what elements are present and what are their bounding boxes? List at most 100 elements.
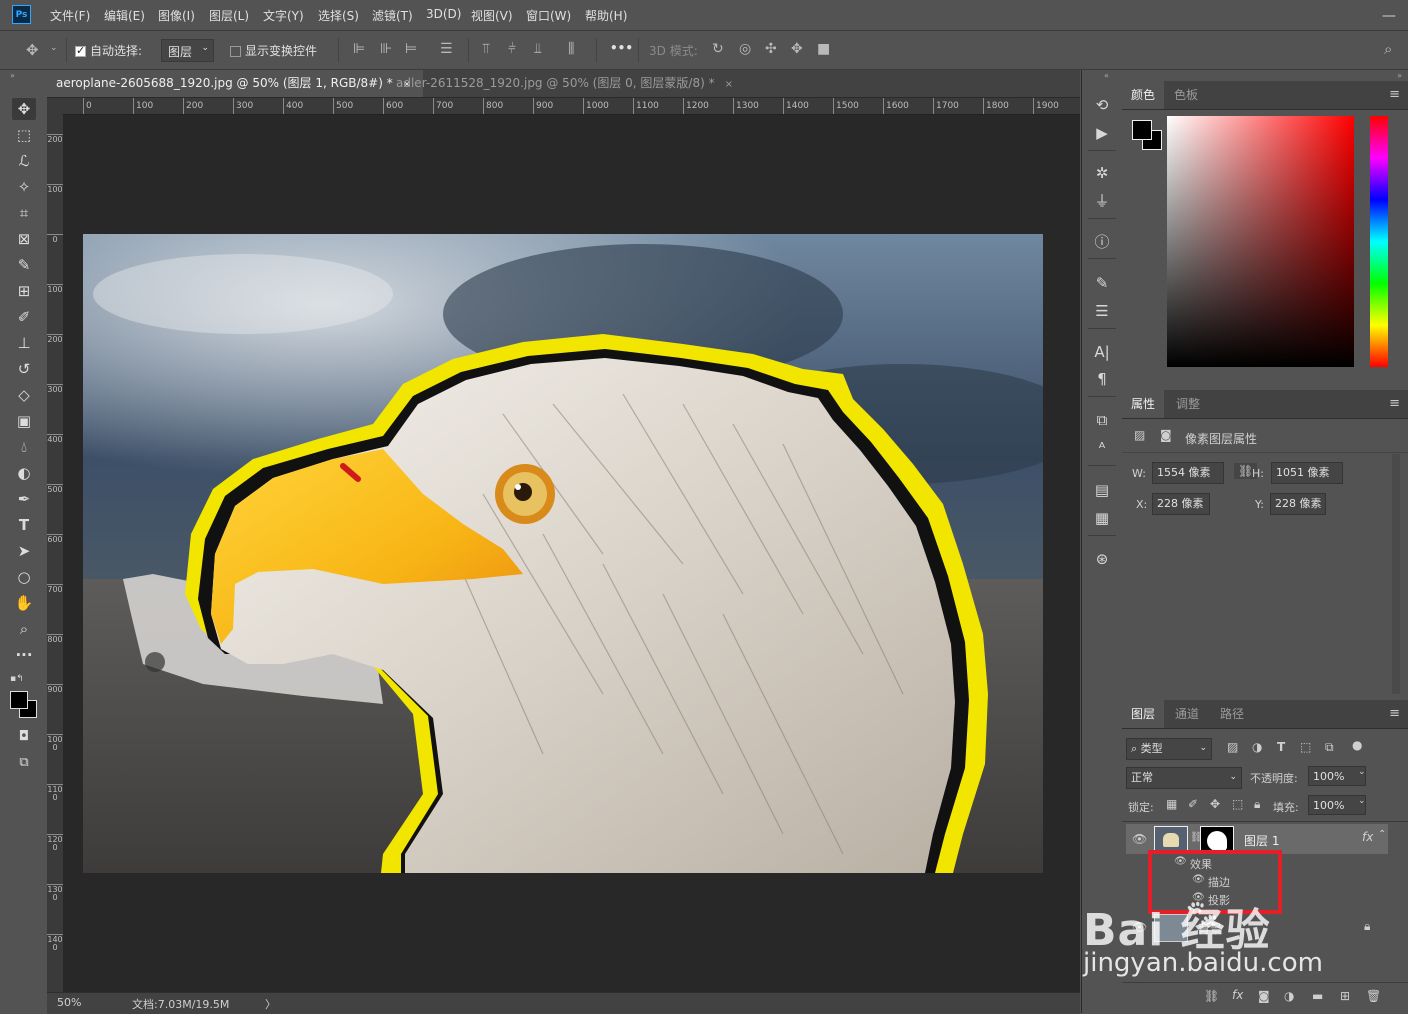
trash-icon[interactable]: 🗑︎: [1366, 989, 1381, 1003]
menu-select[interactable]: 选择(S): [318, 7, 359, 24]
horizontal-ruler[interactable]: 0 100 200 300 400 500 600 700 800 900 1000 1100 1200…: [63, 98, 1080, 115]
vertical-ruler[interactable]: 200 100 0 100 200 300 400 500 600 700 800 900 1000 11…: [47, 114, 64, 992]
move-tool-icon[interactable]: ✥: [26, 41, 39, 59]
3d-slide-icon[interactable]: ✥: [791, 41, 803, 57]
adjustments-icon[interactable]: ☰: [1090, 300, 1114, 322]
tool-presets-icon[interactable]: ✎: [1090, 272, 1114, 294]
layer-row[interactable]: 👁︎ 背景 🔒︎: [1126, 912, 1388, 942]
type-tool-icon[interactable]: T: [12, 514, 36, 536]
search-icon[interactable]: ⌕: [1384, 40, 1392, 58]
notes-icon[interactable]: ▦: [1090, 507, 1114, 529]
distribute-icon[interactable]: ☰: [440, 41, 453, 57]
fx-icon[interactable]: fx: [1362, 830, 1373, 844]
tab-channels[interactable]: 通道: [1166, 700, 1208, 728]
lock-artboard-icon[interactable]: ⬚: [1232, 797, 1243, 811]
more-options-button[interactable]: •••: [610, 41, 633, 55]
blend-mode-dropdown[interactable]: 正常 ⌄: [1126, 767, 1242, 789]
screen-mode-icon[interactable]: ⧉: [12, 752, 36, 774]
y-field[interactable]: 228 像素: [1270, 493, 1326, 515]
layer-name[interactable]: 背景: [1198, 920, 1222, 937]
hue-slider[interactable]: [1370, 116, 1388, 367]
tab-color[interactable]: 颜色: [1122, 81, 1165, 109]
auto-select-checkbox[interactable]: 自动选择:: [75, 42, 142, 59]
chevron-down-icon[interactable]: ⌄: [1358, 796, 1366, 806]
adjustment-icon[interactable]: ◑: [1284, 989, 1294, 1003]
tab-swatches[interactable]: 色板: [1165, 81, 1207, 109]
default-colors-icon[interactable]: ▪↰: [10, 674, 24, 684]
hand-tool-icon[interactable]: ✋: [12, 592, 36, 614]
brush-tool-icon[interactable]: ✐: [12, 306, 36, 328]
chevron-down-icon[interactable]: ⌄: [50, 43, 58, 53]
filter-smart-icon[interactable]: ⧉: [1325, 740, 1334, 755]
menu-3d[interactable]: 3D(D): [426, 7, 461, 21]
panel-menu-icon[interactable]: ≡: [1389, 706, 1400, 721]
link-layers-icon[interactable]: ⛓: [1204, 989, 1219, 1003]
brushes-icon[interactable]: ⏚: [1090, 190, 1114, 212]
menu-filter[interactable]: 滤镜(T): [372, 7, 413, 24]
lasso-tool-icon[interactable]: ℒ: [12, 150, 36, 172]
menu-layer[interactable]: 图层(L): [209, 7, 249, 24]
magic-wand-icon[interactable]: ✧: [12, 176, 36, 198]
more-tools-icon[interactable]: ···: [12, 644, 36, 666]
3d-orbit-icon[interactable]: ↻: [712, 41, 724, 57]
document-canvas[interactable]: [83, 234, 1043, 873]
menu-view[interactable]: 视图(V): [471, 7, 513, 24]
zoom-tool-icon[interactable]: ⌕: [12, 618, 36, 640]
info-icon[interactable]: ⓘ: [1090, 231, 1114, 253]
panel-menu-icon[interactable]: ≡: [1389, 87, 1400, 102]
align-hcenter-icon[interactable]: ⊪: [380, 41, 392, 57]
brush-settings-icon[interactable]: ✲: [1090, 162, 1114, 184]
tab-aeroplane[interactable]: aeroplane-2605688_1920.jpg @ 50% (图层 1, …: [47, 70, 424, 97]
show-transform-checkbox[interactable]: 显示变换控件: [230, 42, 317, 59]
crop-tool-icon[interactable]: ⌗: [12, 202, 36, 224]
history-brush-icon[interactable]: ↺: [12, 358, 36, 380]
foreground-color-swatch[interactable]: [10, 691, 28, 709]
dodge-tool-icon[interactable]: ◐: [12, 462, 36, 484]
pen-tool-icon[interactable]: ✒: [12, 488, 36, 510]
filter-shape-icon[interactable]: ⬚: [1300, 740, 1311, 754]
checkbox-checked-icon[interactable]: [75, 44, 86, 57]
3d-scale-icon[interactable]: ■: [817, 41, 830, 57]
ellipse-tool-icon[interactable]: ○: [12, 566, 36, 588]
lock-position-icon[interactable]: ✥: [1210, 797, 1220, 811]
panel-menu-icon[interactable]: ≡: [1389, 396, 1400, 411]
checkbox-empty-icon[interactable]: [230, 46, 241, 57]
zoom-level[interactable]: 50%: [57, 996, 81, 1009]
folder-icon[interactable]: ▬: [1312, 989, 1323, 1003]
eye-icon[interactable]: 👁︎: [1132, 920, 1147, 934]
tab-layers[interactable]: 图层: [1122, 700, 1165, 728]
align-vcenter-icon[interactable]: ⫩: [508, 41, 516, 57]
menu-file[interactable]: 文件(F): [50, 7, 90, 24]
lock-all-icon[interactable]: 🔒︎: [1254, 797, 1260, 812]
chevron-down-icon[interactable]: ⌄: [1358, 767, 1366, 777]
eye-icon[interactable]: 👁︎: [1132, 832, 1147, 846]
tab-adler[interactable]: adler-2611528_1920.jpg @ 50% (图层 0, 图层蒙版…: [387, 70, 745, 97]
lock-pixels-icon[interactable]: ✐: [1188, 797, 1198, 811]
menu-type[interactable]: 文字(Y): [263, 7, 304, 24]
blur-tool-icon[interactable]: 💧︎: [12, 436, 36, 458]
menu-image[interactable]: 图像(I): [158, 7, 195, 24]
filter-type-icon[interactable]: T: [1277, 740, 1285, 754]
collapse-icon[interactable]: »: [10, 71, 15, 80]
x-field[interactable]: 228 像素: [1152, 493, 1210, 515]
align-top-icon[interactable]: ⫪: [482, 41, 490, 57]
lock-transparent-icon[interactable]: ▦: [1166, 797, 1177, 811]
paragraph-icon[interactable]: ¶: [1090, 368, 1114, 390]
tab-adjustments[interactable]: 调整: [1167, 390, 1209, 418]
collapse-icon[interactable]: »: [1397, 71, 1402, 80]
filter-pixel-icon[interactable]: ▨: [1227, 740, 1238, 754]
menu-help[interactable]: 帮助(H): [585, 7, 627, 24]
minimize-button[interactable]: —: [1382, 8, 1396, 24]
play-icon[interactable]: ▶: [1090, 122, 1114, 144]
eraser-tool-icon[interactable]: ◇: [12, 384, 36, 406]
3d-pan-icon[interactable]: ✣: [765, 41, 777, 57]
filter-toggle-icon[interactable]: ●: [1352, 738, 1362, 752]
gradient-tool-icon[interactable]: ▣: [12, 410, 36, 432]
chevron-up-icon[interactable]: ⌃: [1378, 829, 1386, 840]
frame-tool-icon[interactable]: ⊠: [12, 228, 36, 250]
filter-adjustment-icon[interactable]: ◑: [1252, 740, 1262, 754]
layer-filter-dropdown[interactable]: ⌕ 类型 ⌄: [1126, 738, 1212, 760]
layer-name[interactable]: 图层 1: [1244, 832, 1279, 849]
stamp-tool-icon[interactable]: ⊥: [12, 332, 36, 354]
marquee-tool-icon[interactable]: ⬚: [12, 124, 36, 146]
